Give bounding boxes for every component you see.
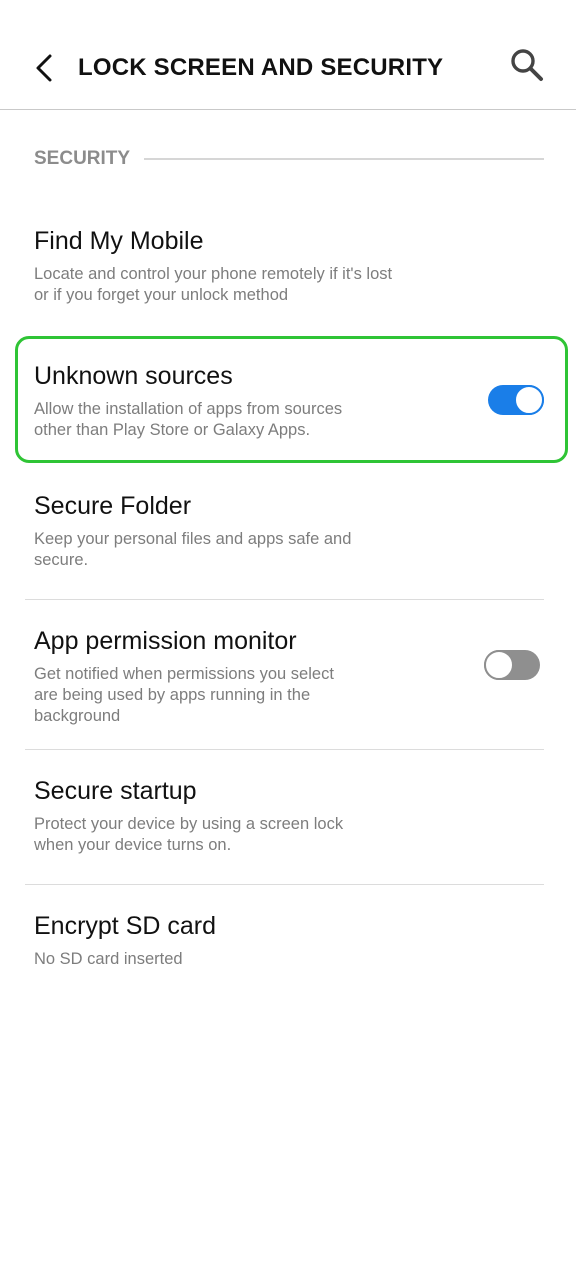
setting-find-my-mobile[interactable]: Find My Mobile Locate and control your p…	[0, 215, 576, 327]
row-divider	[25, 749, 544, 750]
unknown-sources-toggle[interactable]	[488, 385, 544, 415]
back-button[interactable]	[22, 46, 66, 90]
section-divider	[144, 158, 544, 160]
setting-app-permission-monitor[interactable]: App permission monitor Get notified when…	[0, 615, 576, 748]
setting-title: Find My Mobile	[34, 227, 204, 255]
search-button[interactable]	[500, 40, 554, 90]
search-icon	[511, 49, 543, 81]
toggle-knob	[514, 385, 544, 415]
subtitle-line: Get notified when permissions you select	[34, 665, 334, 683]
setting-encrypt-sd-card[interactable]: Encrypt SD card No SD card inserted	[0, 900, 576, 990]
section-header: SECURITY	[34, 148, 544, 172]
subtitle-line: Locate and control your phone remotely i…	[34, 265, 393, 283]
subtitle-line: background	[34, 707, 121, 725]
app-permission-monitor-toggle[interactable]	[484, 650, 540, 680]
subtitle-line: secure.	[34, 551, 89, 569]
subtitle-line: No SD card inserted	[34, 950, 183, 968]
setting-subtitle: Get notified when permissions you select…	[34, 664, 334, 727]
subtitle-line: or if you forget your unlock method	[34, 286, 289, 304]
chevron-left-icon	[36, 54, 52, 82]
setting-secure-startup[interactable]: Secure startup Protect your device by us…	[0, 765, 576, 883]
subtitle-line: Allow the installation of apps from sour…	[34, 400, 343, 418]
setting-title: Unknown sources	[34, 362, 233, 390]
setting-title: Secure startup	[34, 777, 197, 805]
setting-title: App permission monitor	[34, 627, 297, 655]
subtitle-line: Keep your personal files and apps safe a…	[34, 530, 352, 548]
subtitle-line: Protect your device by using a screen lo…	[34, 815, 344, 833]
setting-subtitle: Allow the installation of apps from sour…	[34, 399, 342, 441]
subtitle-line: are being used by apps running in the	[34, 686, 311, 704]
row-divider	[25, 599, 544, 600]
page-title: LOCK SCREEN AND SECURITY	[78, 54, 444, 81]
section-label: SECURITY	[34, 148, 131, 169]
setting-subtitle: No SD card inserted	[34, 949, 183, 970]
setting-unknown-sources[interactable]: Unknown sources Allow the installation o…	[0, 350, 576, 454]
setting-title: Secure Folder	[34, 492, 192, 520]
setting-subtitle: Protect your device by using a screen lo…	[34, 814, 343, 856]
setting-secure-folder[interactable]: Secure Folder Keep your personal files a…	[0, 480, 576, 598]
setting-subtitle: Locate and control your phone remotely i…	[34, 264, 392, 306]
app-bar: LOCK SCREEN AND SECURITY	[0, 0, 576, 110]
toggle-knob	[484, 650, 514, 680]
setting-subtitle: Keep your personal files and apps safe a…	[34, 529, 351, 571]
setting-title: Encrypt SD card	[34, 912, 217, 940]
subtitle-line: other than Play Store or Galaxy Apps.	[34, 421, 311, 439]
subtitle-line: when your device turns on.	[34, 836, 232, 854]
row-divider	[25, 884, 544, 885]
